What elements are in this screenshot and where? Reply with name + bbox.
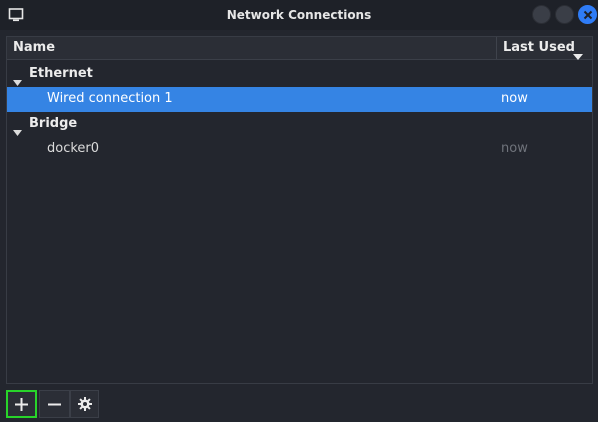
maximize-button[interactable]: [555, 5, 574, 24]
remove-connection-button[interactable]: [39, 390, 70, 418]
group-label: Bridge: [29, 116, 78, 131]
network-connections-window: Network Connections Name Last Used Ether…: [0, 0, 598, 422]
connection-last-used: now: [501, 91, 528, 106]
column-separator[interactable]: [496, 37, 497, 59]
group-row-ethernet[interactable]: Ethernet: [7, 62, 592, 87]
add-connection-button[interactable]: [6, 390, 37, 418]
connection-last-used: now: [501, 141, 528, 156]
connection-name: Wired connection 1: [47, 91, 173, 106]
column-name-header[interactable]: Name: [13, 40, 55, 55]
column-header: Name Last Used: [7, 37, 592, 60]
title-bar[interactable]: Network Connections: [0, 0, 598, 30]
close-button[interactable]: [578, 5, 597, 24]
group-label: Ethernet: [29, 66, 93, 81]
connection-row-wired-connection-1[interactable]: Wired connection 1 now: [7, 87, 592, 112]
connection-name: docker0: [47, 141, 100, 156]
close-icon: [583, 10, 593, 20]
minus-icon: [48, 403, 61, 406]
column-last-used-header[interactable]: Last Used: [503, 40, 575, 55]
group-row-bridge[interactable]: Bridge: [7, 112, 592, 137]
connection-settings-button[interactable]: [70, 390, 99, 418]
connections-list[interactable]: Name Last Used Ethernet Wired connection…: [6, 36, 593, 384]
minimize-button[interactable]: [532, 5, 551, 24]
monitor-icon: [8, 7, 24, 23]
window-title: Network Connections: [226, 8, 372, 22]
connection-row-docker0[interactable]: docker0 now: [7, 137, 592, 162]
plus-icon: [15, 398, 28, 411]
gear-icon: [78, 397, 92, 411]
